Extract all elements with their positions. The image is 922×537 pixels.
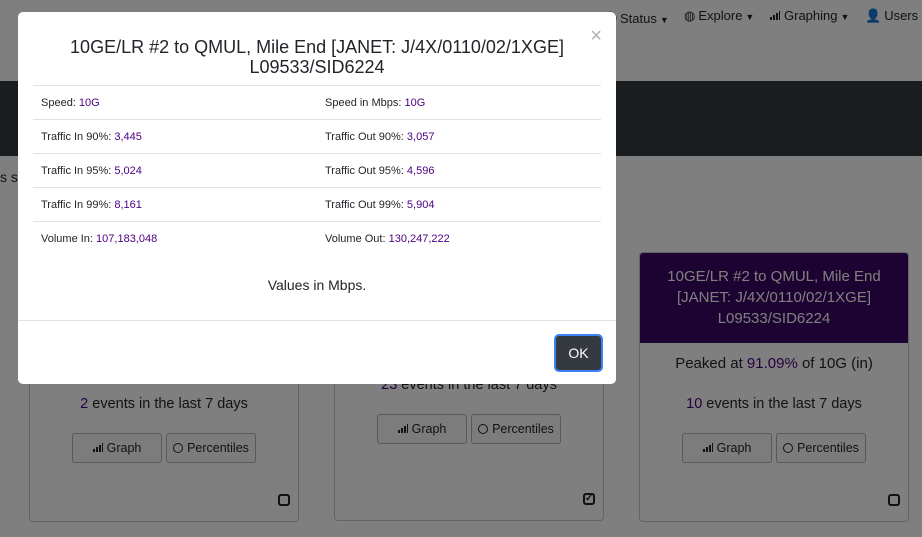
- stat-cell: Traffic Out 95%: 4,596: [317, 153, 601, 188]
- stats-table: Speed: 10G Speed in Mbps: 10G Traffic In…: [33, 85, 601, 256]
- stat-cell: Speed: 10G: [33, 85, 317, 120]
- stat-cell: Traffic In 99%: 8,161: [33, 187, 317, 222]
- close-icon[interactable]: ×: [590, 26, 602, 46]
- modal-footer: OK: [18, 320, 616, 384]
- stat-cell: Volume Out: 130,247,222: [317, 221, 601, 256]
- ok-button[interactable]: OK: [556, 336, 601, 370]
- interface-details-modal: 10GE/LR #2 to QMUL, Mile End [JANET: J/4…: [18, 12, 616, 384]
- table-row: Speed: 10G Speed in Mbps: 10G: [33, 85, 601, 120]
- stat-cell: Traffic Out 90%: 3,057: [317, 119, 601, 154]
- table-row: Traffic In 90%: 3,445 Traffic Out 90%: 3…: [33, 119, 601, 154]
- table-row: Traffic In 95%: 5,024 Traffic Out 95%: 4…: [33, 153, 601, 188]
- stat-cell: Traffic In 95%: 5,024: [33, 153, 317, 188]
- stat-cell: Traffic Out 99%: 5,904: [317, 187, 601, 222]
- stat-cell: Traffic In 90%: 3,445: [33, 119, 317, 154]
- modal-title: 10GE/LR #2 to QMUL, Mile End [JANET: J/4…: [70, 37, 564, 77]
- table-row: Traffic In 99%: 8,161 Traffic Out 99%: 5…: [33, 187, 601, 222]
- stat-cell: Volume In: 107,183,048: [33, 221, 317, 256]
- units-note: Values in Mbps.: [267, 277, 367, 293]
- table-row: Volume In: 107,183,048 Volume Out: 130,2…: [33, 221, 601, 256]
- stat-cell: Speed in Mbps: 10G: [317, 85, 601, 120]
